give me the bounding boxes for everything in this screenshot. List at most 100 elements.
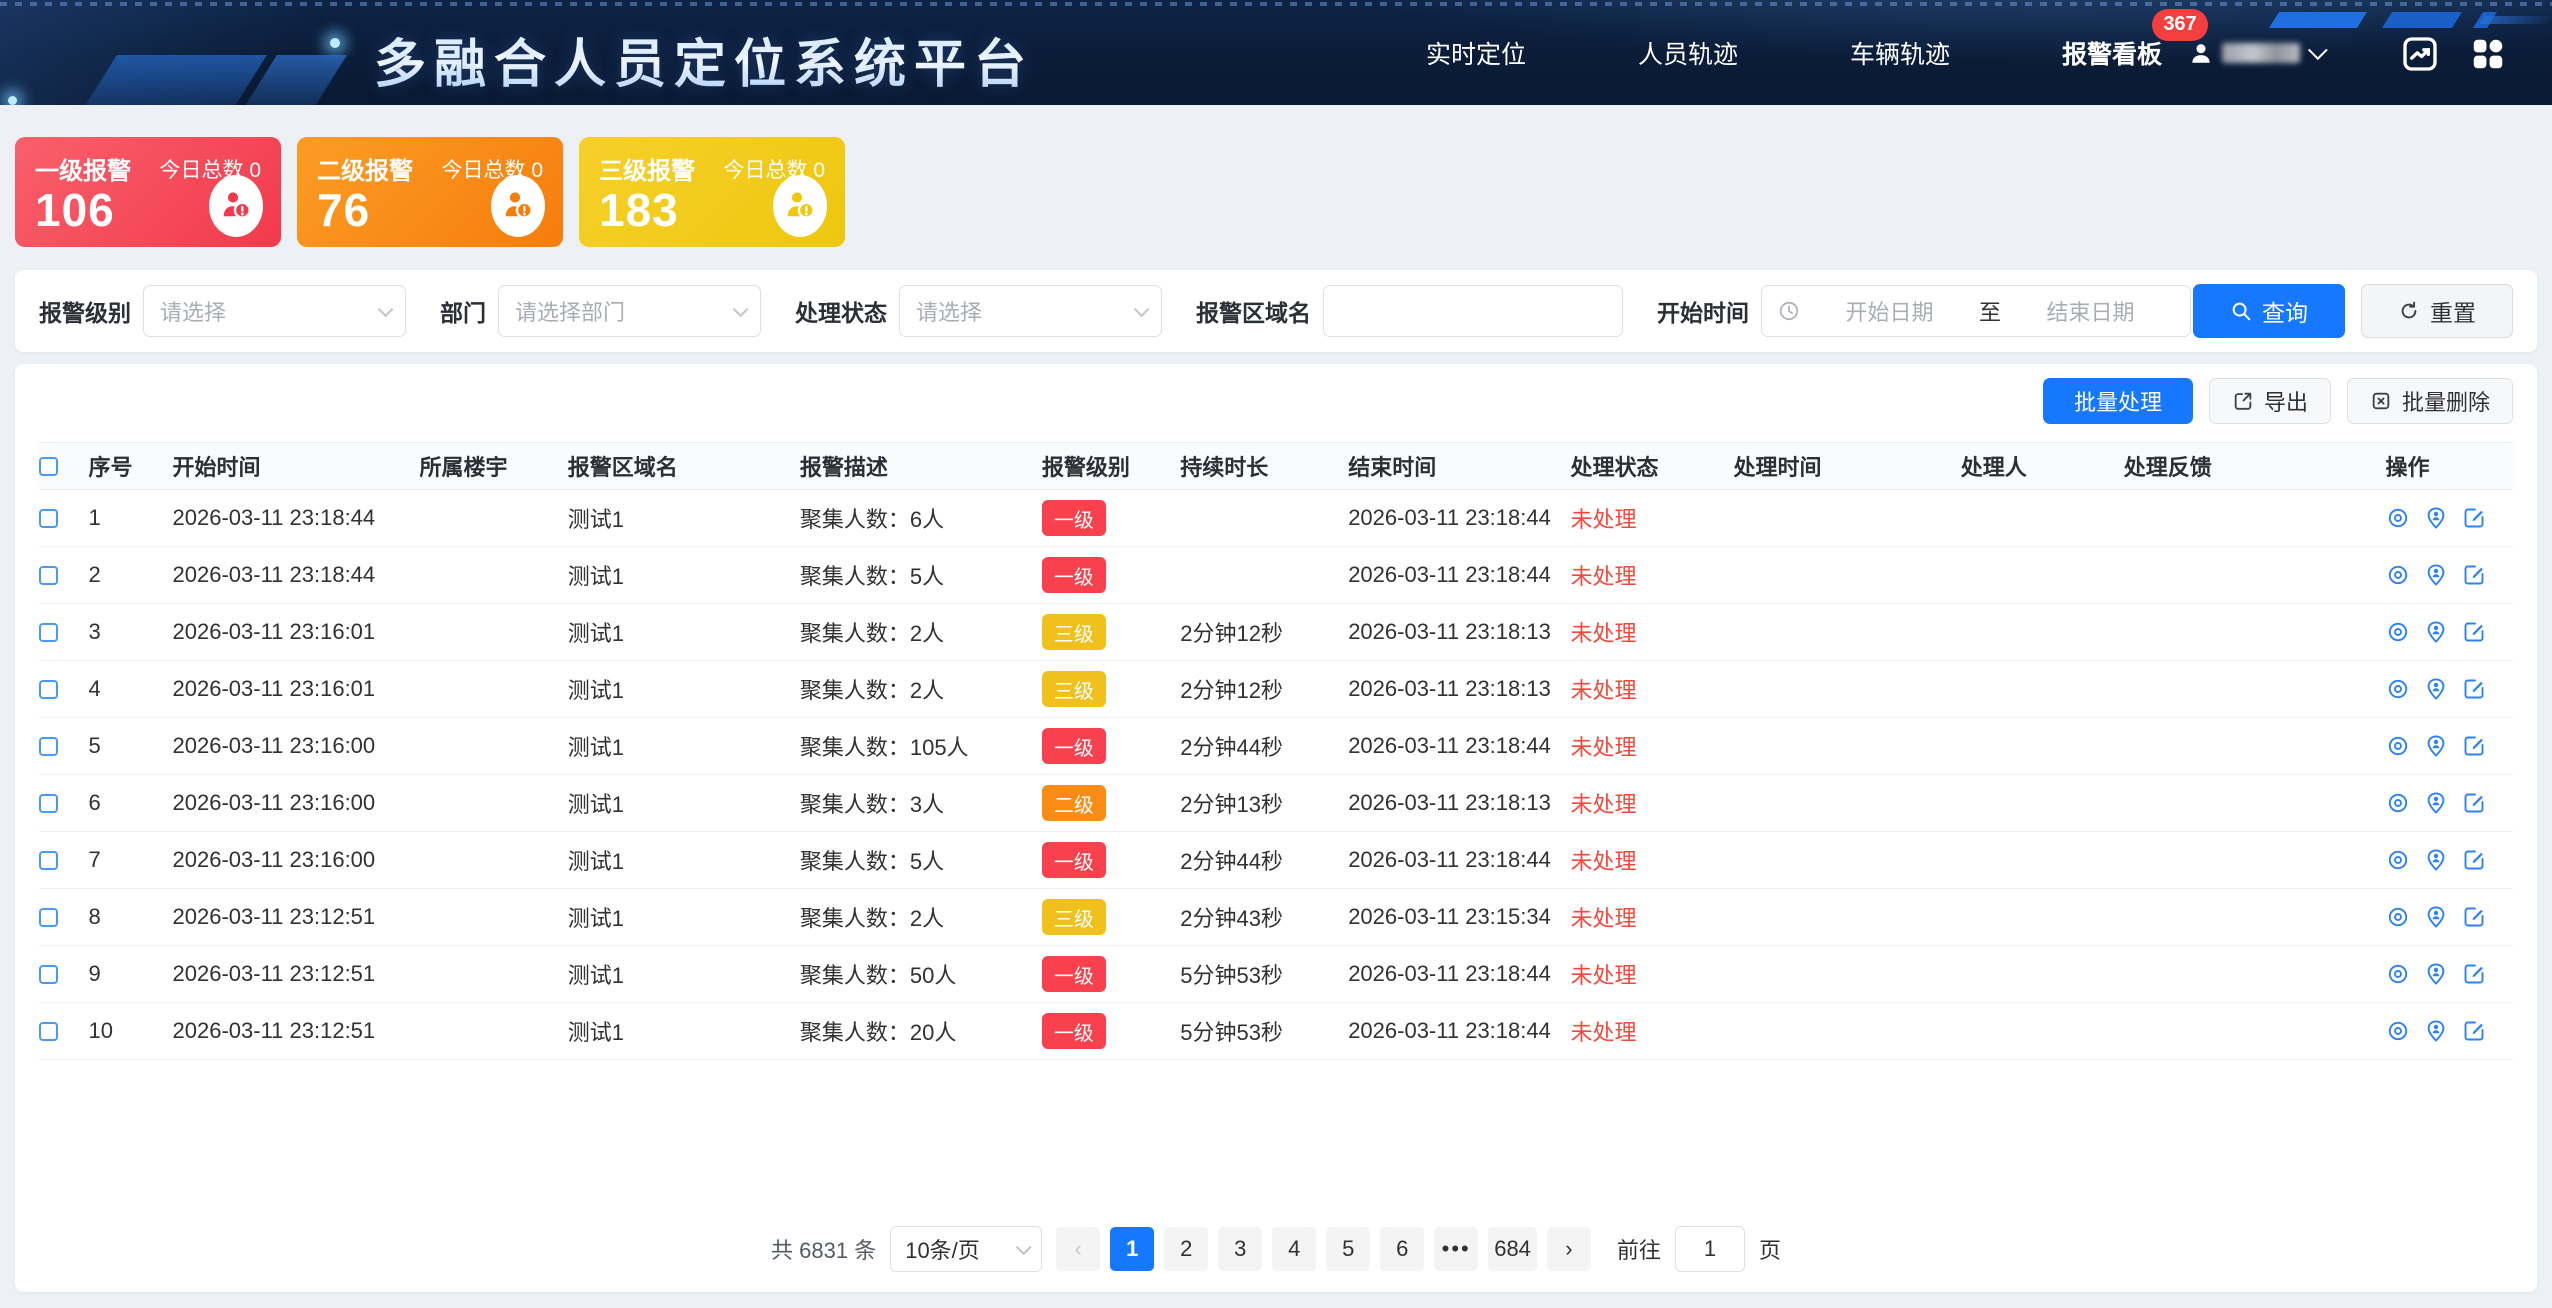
apps-grid-icon-button[interactable] bbox=[2466, 32, 2510, 76]
batch-process-button[interactable]: 批量处理 bbox=[2043, 378, 2193, 424]
view-icon[interactable] bbox=[2386, 791, 2410, 815]
edit-icon[interactable] bbox=[2462, 1019, 2486, 1043]
chevron-down-icon bbox=[1134, 301, 1150, 317]
locate-person-icon[interactable] bbox=[2424, 620, 2448, 644]
cell-index: 3 bbox=[88, 619, 172, 645]
reset-button[interactable]: 重置 bbox=[2361, 284, 2513, 338]
row-checkbox[interactable] bbox=[39, 794, 58, 813]
row-checkbox[interactable] bbox=[39, 737, 58, 756]
nav-item[interactable]: 车辆轨迹 bbox=[1850, 35, 1950, 71]
row-checkbox[interactable] bbox=[39, 908, 58, 927]
main-nav: 实时定位 人员轨迹 车辆轨迹 报警看板 367 bbox=[1426, 0, 2162, 105]
page-number-button[interactable]: 4 bbox=[1272, 1227, 1316, 1271]
row-checkbox[interactable] bbox=[39, 623, 58, 642]
locate-person-icon[interactable] bbox=[2424, 905, 2448, 929]
cell-area-name: 测试1 bbox=[568, 673, 800, 705]
row-checkbox[interactable] bbox=[39, 851, 58, 870]
handle-status-text: 未处理 bbox=[1570, 849, 1636, 874]
cell-duration: 5分钟53秒 bbox=[1180, 958, 1348, 990]
page-number-button[interactable]: 6 bbox=[1380, 1227, 1424, 1271]
page-number-button[interactable]: 5 bbox=[1326, 1227, 1370, 1271]
edit-icon[interactable] bbox=[2462, 506, 2486, 530]
view-icon[interactable] bbox=[2386, 620, 2410, 644]
batch-delete-button[interactable]: 批量删除 bbox=[2347, 378, 2513, 424]
alarm-stat-card[interactable]: 三级报警 今日总数 0 183 bbox=[579, 137, 845, 247]
alarm-stat-card[interactable]: 一级报警 今日总数 0 106 bbox=[15, 137, 281, 247]
nav-item[interactable]: 实时定位 bbox=[1426, 35, 1526, 71]
cell-description: 聚集人数：2人 bbox=[800, 616, 1042, 648]
page-number-button[interactable]: 1 bbox=[1110, 1227, 1154, 1271]
user-area[interactable] bbox=[2188, 0, 2322, 105]
nav-item[interactable]: 报警看板 367 bbox=[2062, 35, 2162, 71]
locate-person-icon[interactable] bbox=[2424, 791, 2448, 815]
alarm-area-input[interactable] bbox=[1323, 285, 1623, 337]
edit-icon[interactable] bbox=[2462, 791, 2486, 815]
cell-duration: 2分钟44秒 bbox=[1180, 844, 1348, 876]
handle-status-text: 未处理 bbox=[1570, 678, 1636, 703]
locate-person-icon[interactable] bbox=[2424, 563, 2448, 587]
cell-start-time: 2026-03-11 23:18:44 bbox=[173, 562, 420, 588]
row-actions bbox=[2386, 962, 2505, 986]
handle-status-text: 未处理 bbox=[1570, 735, 1636, 760]
query-button[interactable]: 查询 bbox=[2193, 284, 2345, 338]
view-icon[interactable] bbox=[2386, 677, 2410, 701]
date-range-picker[interactable]: 开始日期 至 结束日期 bbox=[1761, 285, 2191, 337]
col-header: 报警描述 bbox=[800, 450, 1042, 482]
edit-icon[interactable] bbox=[2462, 734, 2486, 758]
more-pages-indicator[interactable]: ••• bbox=[1434, 1227, 1478, 1271]
handle-status-select[interactable]: 请选择 bbox=[899, 285, 1162, 337]
stat-card-value: 106 bbox=[35, 183, 115, 237]
prev-page-button[interactable]: ‹ bbox=[1056, 1227, 1100, 1271]
locate-person-icon[interactable] bbox=[2424, 506, 2448, 530]
edit-icon[interactable] bbox=[2462, 677, 2486, 701]
page-number-button[interactable]: 684 bbox=[1488, 1227, 1537, 1271]
cell-start-time: 2026-03-11 23:16:01 bbox=[173, 619, 420, 645]
department-select[interactable]: 请选择部门 bbox=[498, 285, 761, 337]
select-all-checkbox[interactable] bbox=[39, 457, 58, 476]
page-number-button[interactable]: 2 bbox=[1164, 1227, 1208, 1271]
row-checkbox[interactable] bbox=[39, 509, 58, 528]
row-checkbox[interactable] bbox=[39, 566, 58, 585]
view-icon[interactable] bbox=[2386, 506, 2410, 530]
locate-person-icon[interactable] bbox=[2424, 1019, 2448, 1043]
goto-page-input[interactable]: 1 bbox=[1675, 1226, 1745, 1272]
cell-end-time: 2026-03-11 23:18:44 bbox=[1348, 961, 1570, 987]
col-header: 处理人 bbox=[1961, 450, 2124, 482]
row-checkbox[interactable] bbox=[39, 1022, 58, 1041]
cell-description: 聚集人数：2人 bbox=[800, 901, 1042, 933]
export-button[interactable]: 导出 bbox=[2209, 378, 2331, 424]
view-icon[interactable] bbox=[2386, 848, 2410, 872]
monitor-chart-icon-button[interactable] bbox=[2398, 32, 2442, 76]
locate-person-icon[interactable] bbox=[2424, 677, 2448, 701]
nav-item[interactable]: 人员轨迹 bbox=[1638, 35, 1738, 71]
locate-person-icon[interactable] bbox=[2424, 848, 2448, 872]
cell-end-time: 2026-03-11 23:18:13 bbox=[1348, 619, 1570, 645]
locate-person-icon[interactable] bbox=[2424, 962, 2448, 986]
page-number-button[interactable]: 3 bbox=[1218, 1227, 1262, 1271]
cell-area-name: 测试1 bbox=[568, 1015, 800, 1047]
alarm-level-badge: 三级 bbox=[1042, 614, 1106, 650]
chevron-down-icon bbox=[1016, 1239, 1032, 1255]
view-icon[interactable] bbox=[2386, 962, 2410, 986]
cell-end-time: 2026-03-11 23:18:44 bbox=[1348, 1018, 1570, 1044]
edit-icon[interactable] bbox=[2462, 905, 2486, 929]
row-checkbox[interactable] bbox=[39, 680, 58, 699]
view-icon[interactable] bbox=[2386, 734, 2410, 758]
handle-status-text: 未处理 bbox=[1570, 792, 1636, 817]
next-page-button[interactable]: › bbox=[1547, 1227, 1591, 1271]
view-icon[interactable] bbox=[2386, 1019, 2410, 1043]
edit-icon[interactable] bbox=[2462, 848, 2486, 872]
row-checkbox[interactable] bbox=[39, 965, 58, 984]
edit-icon[interactable] bbox=[2462, 620, 2486, 644]
edit-icon[interactable] bbox=[2462, 962, 2486, 986]
view-icon[interactable] bbox=[2386, 905, 2410, 929]
page-size-select[interactable]: 10条/页 bbox=[890, 1226, 1042, 1272]
row-actions bbox=[2386, 506, 2505, 530]
view-icon[interactable] bbox=[2386, 563, 2410, 587]
cell-duration: 2分钟44秒 bbox=[1180, 730, 1348, 762]
edit-icon[interactable] bbox=[2462, 563, 2486, 587]
alarm-stat-card[interactable]: 二级报警 今日总数 0 76 bbox=[297, 137, 563, 247]
alarm-level-select[interactable]: 请选择 bbox=[143, 285, 406, 337]
top-header: 多融合人员定位系统平台 实时定位 人员轨迹 车辆轨迹 报警看板 367 bbox=[0, 0, 2552, 105]
locate-person-icon[interactable] bbox=[2424, 734, 2448, 758]
